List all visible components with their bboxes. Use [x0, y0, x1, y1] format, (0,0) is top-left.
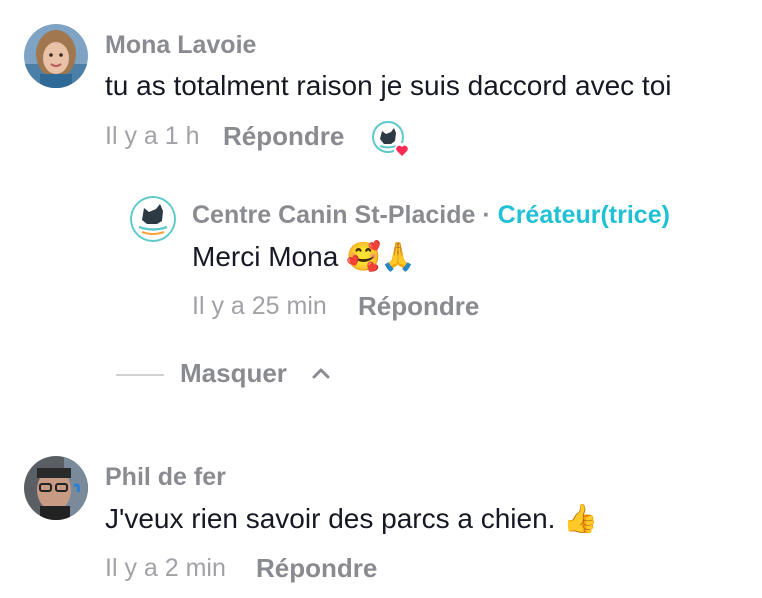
comment-text: tu as totalment raison je suis daccord a… [105, 70, 672, 101]
comment-username[interactable]: Phil de fer [105, 463, 226, 492]
creator-liked-icon [371, 120, 411, 160]
comment-emoji: 👍 [563, 502, 599, 535]
divider-line [116, 374, 164, 376]
comment-item: Mona Lavoie tu as totalment raison je su… [0, 0, 762, 170]
reply-item: Centre Canin St-Placide · Créateur(trice… [0, 170, 762, 340]
reply-button[interactable]: Répondre [358, 291, 479, 322]
hide-replies-button[interactable]: Masquer [180, 358, 287, 389]
reply-time: Il y a 25 min [192, 292, 327, 320]
avatar[interactable] [24, 24, 88, 88]
comment-time: Il y a 1 h [105, 122, 200, 150]
creator-badge: Créateur(trice) [497, 201, 670, 229]
reply-text-content: Merci Mona [192, 241, 339, 272]
reply-username-text[interactable]: Centre Canin St-Placide [192, 201, 475, 229]
reply-button[interactable]: Répondre [223, 121, 344, 152]
chevron-up-icon[interactable] [310, 364, 332, 382]
creator-avatar[interactable] [130, 196, 176, 242]
reply-username[interactable]: Centre Canin St-Placide · Créateur(trice… [192, 201, 670, 230]
comment-text: J'veux rien savoir des parcs a chien. 👍 [105, 502, 598, 535]
avatar[interactable] [24, 456, 88, 520]
reply-button[interactable]: Répondre [256, 553, 377, 584]
reply-text: Merci Mona 🥰🙏 [192, 240, 416, 273]
comment-time: Il y a 2 min [105, 554, 226, 582]
comment-username[interactable]: Mona Lavoie [105, 31, 256, 60]
comment-text-content: J'veux rien savoir des parcs a chien. [105, 503, 556, 534]
comment-item: Phil de fer J'veux rien savoir des parcs… [0, 430, 762, 598]
separator: · [482, 201, 491, 229]
reply-emoji: 🥰🙏 [346, 240, 416, 273]
